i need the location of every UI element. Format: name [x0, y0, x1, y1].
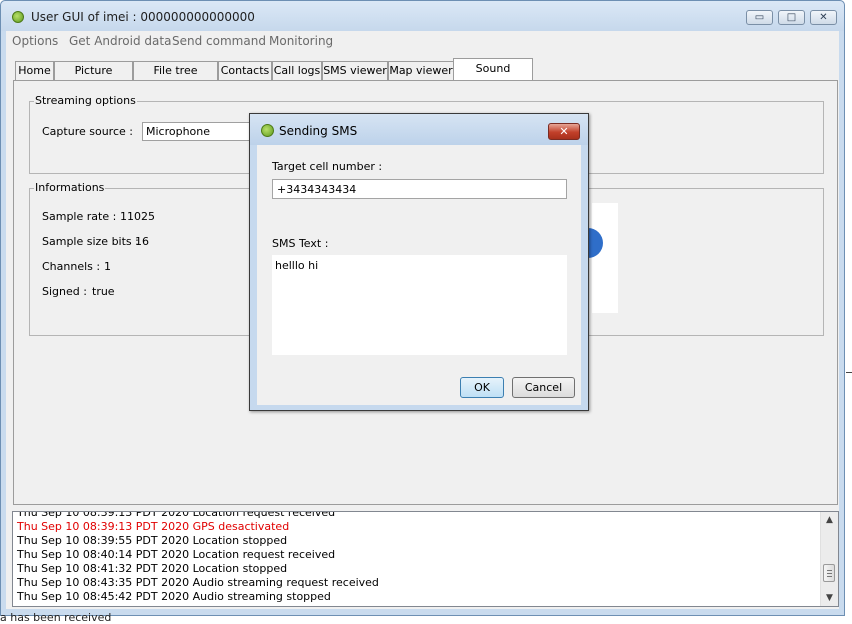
status-text: a has been received: [0, 611, 112, 624]
grip-line: [827, 573, 832, 574]
tab-file-tree-viewer[interactable]: File tree viewer: [133, 61, 218, 94]
log-line: Thu Sep 10 08:39:13 PDT 2020 Location re…: [17, 511, 336, 519]
scroll-down-arrow-icon[interactable]: ▼: [821, 590, 838, 606]
window-title: User GUI of imei : 000000000000000: [31, 10, 255, 24]
sample-size-value: 16: [135, 235, 149, 248]
informations-legend: Informations: [34, 181, 106, 194]
capture-source-label: Capture source :: [42, 125, 133, 138]
menu-send-command[interactable]: Send command: [172, 34, 266, 48]
log-scrollbar[interactable]: ▲ ▼: [820, 512, 838, 606]
ok-button[interactable]: OK: [460, 377, 504, 398]
sample-rate-label: Sample rate :: [42, 210, 117, 223]
tab-home[interactable]: Home: [15, 61, 54, 80]
grip-line: [827, 576, 832, 577]
menu-get-android-data[interactable]: Get Android data: [69, 34, 171, 48]
sample-size-label: Sample size bits :: [42, 235, 139, 248]
signed-value: true: [92, 285, 115, 298]
dialog-title: Sending SMS: [279, 124, 358, 138]
cancel-button[interactable]: Cancel: [512, 377, 575, 398]
dialog-close-button[interactable]: ✕: [548, 123, 580, 140]
background-mark: [846, 372, 852, 373]
signed-label: Signed :: [42, 285, 87, 298]
tab-map-viewer[interactable]: Map viewer: [388, 61, 454, 80]
tab-picture-viewer[interactable]: Picture viewer: [54, 61, 133, 94]
log-line: Thu Sep 10 08:39:13 PDT 2020 GPS desacti…: [17, 520, 290, 533]
log-area[interactable]: Thu Sep 10 08:39:13 PDT 2020 Location re…: [12, 511, 839, 607]
channels-value: 1: [104, 260, 111, 273]
log-line: Thu Sep 10 08:41:32 PDT 2020 Location st…: [17, 562, 288, 575]
sms-text-label: SMS Text :: [272, 237, 329, 250]
sound-image-area: [592, 203, 618, 313]
capture-source-select[interactable]: Microphone: [142, 122, 250, 141]
android-app-icon: [12, 11, 24, 23]
sending-sms-dialog: Sending SMS ✕ Target cell number : SMS T…: [249, 113, 589, 411]
tab-call-logs[interactable]: Call logs: [272, 61, 322, 80]
scroll-thumb[interactable]: [823, 564, 835, 582]
tab-sms-viewer[interactable]: SMS viewer: [322, 61, 388, 80]
sms-text-area[interactable]: helllo hi: [272, 255, 567, 355]
grip-line: [827, 570, 832, 571]
dialog-body: Target cell number : SMS Text : helllo h…: [257, 145, 581, 405]
menu-monitoring[interactable]: Monitoring: [269, 34, 333, 48]
menu-bar: Options Get Android data Send command Mo…: [6, 31, 839, 51]
tab-sound-listener[interactable]: Sound listener: [453, 58, 533, 94]
target-number-label: Target cell number :: [272, 160, 383, 173]
maximize-button[interactable]: □: [778, 10, 805, 25]
log-line: Thu Sep 10 08:40:14 PDT 2020 Location re…: [17, 548, 336, 561]
sample-rate-value: 11025: [120, 210, 155, 223]
target-number-input[interactable]: [272, 179, 567, 199]
dialog-title-bar[interactable]: Sending SMS ✕: [250, 114, 588, 145]
background-edge: [846, 0, 852, 622]
scroll-up-arrow-icon[interactable]: ▲: [821, 512, 838, 528]
title-bar[interactable]: User GUI of imei : 000000000000000 ▭ □ ✕: [1, 1, 844, 31]
log-line: Thu Sep 10 08:39:55 PDT 2020 Location st…: [17, 534, 288, 547]
streaming-options-legend: Streaming options: [34, 94, 137, 107]
android-app-icon: [261, 124, 274, 137]
log-line: Thu Sep 10 08:43:35 PDT 2020 Audio strea…: [17, 576, 379, 589]
close-button[interactable]: ✕: [810, 10, 837, 25]
menu-options[interactable]: Options: [12, 34, 58, 48]
minimize-button[interactable]: ▭: [746, 10, 773, 25]
tab-contacts[interactable]: Contacts: [218, 61, 272, 80]
log-line: Thu Sep 10 08:45:42 PDT 2020 Audio strea…: [17, 590, 331, 603]
channels-label: Channels :: [42, 260, 101, 273]
